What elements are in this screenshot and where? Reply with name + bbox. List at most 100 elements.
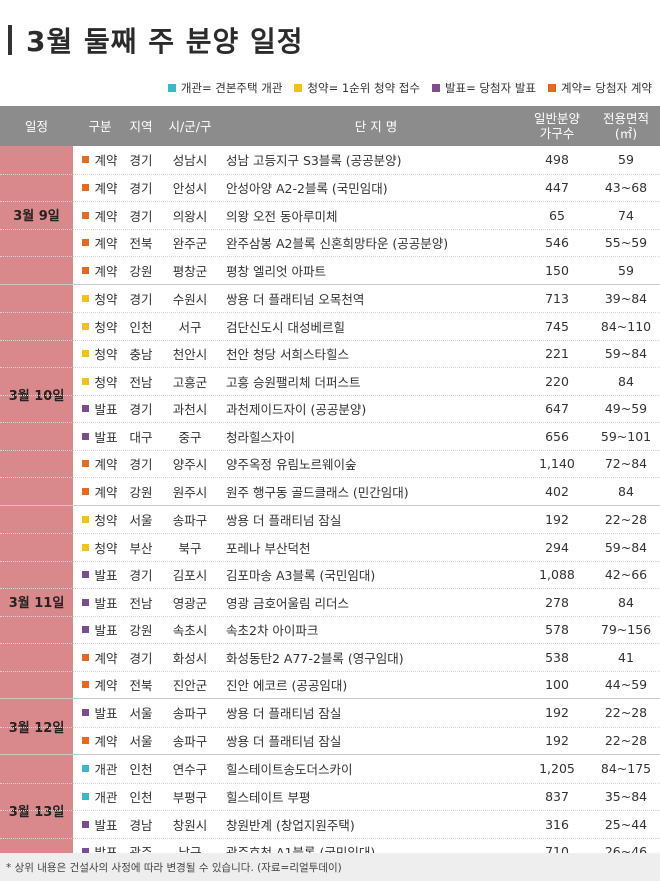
table-row: 청약 서울 송파구 쌍용 더 플래티넘 잠실 192 22~28 bbox=[0, 506, 660, 534]
row-city: 송파구 bbox=[172, 734, 208, 750]
row-type: 계약 bbox=[94, 678, 118, 694]
table-row: 발표 전남 영광군 영광 금호어울림 리더스 278 84 bbox=[0, 588, 660, 616]
table-row: 발표 대구 중구 청라힐스자이 656 59~101 bbox=[0, 422, 660, 450]
table-row: 계약 경기 화성시 화성동탄2 A77-2블록 (영구임대) 538 41 bbox=[0, 643, 660, 671]
legend-label: 발표= 당첨자 발표 bbox=[444, 81, 536, 95]
table-row: 발표 강원 속초시 속초2차 아이파크 578 79~156 bbox=[0, 615, 660, 644]
row-type: 계약 bbox=[94, 734, 118, 750]
row-area: 42~66 bbox=[604, 567, 648, 583]
row-type: 계약 bbox=[94, 484, 118, 500]
row-units: 1,140 bbox=[539, 456, 575, 472]
row-units: 294 bbox=[545, 539, 569, 555]
row-city: 평창군 bbox=[172, 263, 208, 279]
type-color-square-icon bbox=[82, 211, 90, 219]
table-row: 발표 경남 창원시 창원반계 (창업지원주택) 316 25~44 bbox=[0, 810, 660, 838]
row-area: 22~28 bbox=[604, 733, 648, 749]
type-color-square-icon bbox=[82, 184, 90, 192]
header-type: 구분 bbox=[88, 118, 112, 134]
row-type-cell: 발표 bbox=[77, 589, 123, 616]
legend-color-square-icon bbox=[547, 84, 556, 92]
table-row: 발표 경기 김포시 김포마송 A3블록 (국민임대) 1,088 42~66 bbox=[0, 560, 660, 589]
row-units: 316 bbox=[545, 816, 569, 832]
row-type: 청약 bbox=[94, 319, 118, 335]
date-group: 3월 10일 청약 경기 수원시 쌍용 더 플래티넘 오목천역 713 39~84 청약 인천 서… bbox=[0, 284, 660, 506]
row-units: 546 bbox=[545, 235, 569, 251]
type-color-square-icon bbox=[82, 405, 90, 413]
row-city: 중구 bbox=[178, 429, 202, 445]
row-area: 84 bbox=[618, 483, 634, 499]
row-area: 22~28 bbox=[604, 705, 648, 721]
date-group: 3월 12일 발표 서울 송파구 쌍용 더 플래티넘 잠실 192 22~28 계약 서울 송파구… bbox=[0, 699, 660, 755]
row-region: 강원 bbox=[129, 263, 153, 279]
table-row: 계약 서울 송파구 쌍용 더 플래티넘 잠실 192 22~28 bbox=[0, 726, 660, 755]
row-city: 과천시 bbox=[172, 402, 208, 418]
row-area: 84~175 bbox=[600, 761, 652, 777]
row-complex-name: 쌍용 더 플래티넘 잠실 bbox=[226, 734, 342, 750]
table-row: 발표 서울 송파구 쌍용 더 플래티넘 잠실 192 22~28 bbox=[0, 699, 660, 727]
table-row: 개관 인천 연수구 힐스테이트송도더스카이 1,205 84~175 bbox=[0, 755, 660, 783]
type-color-square-icon bbox=[82, 432, 90, 440]
legend-label: 청약= 1순위 청약 접수 bbox=[307, 81, 420, 95]
legend-item: 발표= 당첨자 발표 bbox=[431, 80, 536, 96]
row-type: 계약 bbox=[94, 181, 118, 197]
row-region: 전남 bbox=[129, 595, 153, 611]
row-city: 송파구 bbox=[172, 512, 208, 528]
row-region: 전북 bbox=[129, 678, 153, 694]
row-area: 44~59 bbox=[604, 677, 648, 693]
row-city: 영광군 bbox=[172, 595, 208, 611]
type-color-square-icon bbox=[82, 156, 90, 164]
legend-color-square-icon bbox=[431, 84, 440, 92]
row-units: 447 bbox=[545, 180, 569, 196]
legend-item: 계약= 당첨자 계약 bbox=[547, 80, 652, 96]
row-type-cell: 발표 bbox=[77, 699, 123, 727]
row-region: 경기 bbox=[129, 650, 153, 666]
row-city: 창원시 bbox=[172, 817, 208, 833]
type-color-square-icon bbox=[82, 377, 90, 385]
row-city: 성남시 bbox=[172, 153, 208, 169]
legend-color-square-icon bbox=[167, 84, 176, 92]
row-units: 498 bbox=[545, 152, 569, 168]
type-color-square-icon bbox=[82, 487, 90, 495]
row-city: 천안시 bbox=[172, 347, 208, 363]
title-accent-bar bbox=[8, 25, 12, 55]
row-area: 25~44 bbox=[604, 816, 648, 832]
row-type-cell: 청약 bbox=[77, 341, 123, 368]
table-row: 계약 강원 원주시 원주 행구동 골드클래스 (민간임대) 402 84 bbox=[0, 477, 660, 505]
row-complex-name: 완주삼봉 A2블록 신혼희망타운 (공공분양) bbox=[226, 236, 449, 252]
table-row: 계약 경기 안성시 안성아양 A2-2블록 (국민임대) 447 43~68 bbox=[0, 173, 660, 202]
row-region: 경기 bbox=[129, 153, 153, 169]
row-type-cell: 계약 bbox=[77, 175, 123, 202]
row-region: 인천 bbox=[129, 319, 153, 335]
header-area: 전용면적 (㎡) bbox=[592, 106, 660, 146]
row-type: 발표 bbox=[94, 623, 118, 639]
row-region: 강원 bbox=[129, 484, 153, 500]
header-units-line1: 일반분양 bbox=[533, 111, 580, 126]
row-type-cell: 계약 bbox=[77, 230, 123, 257]
row-complex-name: 원주 행구동 골드클래스 (민간임대) bbox=[226, 484, 409, 500]
row-type-cell: 발표 bbox=[77, 617, 123, 644]
type-color-square-icon bbox=[82, 515, 90, 523]
table-row: 계약 전북 진안군 진안 에코르 (공공임대) 100 44~59 bbox=[0, 670, 660, 699]
row-complex-name: 의왕 오전 동아루미체 bbox=[226, 208, 338, 224]
row-complex-name: 쌍용 더 플래티넘 잠실 bbox=[226, 706, 342, 722]
row-type: 청약 bbox=[94, 347, 118, 363]
row-type-cell: 개관 bbox=[77, 755, 123, 783]
row-units: 745 bbox=[545, 318, 569, 334]
row-type: 계약 bbox=[94, 263, 118, 279]
type-color-square-icon bbox=[82, 598, 90, 606]
row-type-cell: 청약 bbox=[77, 534, 123, 561]
table-header: 일정 구분 지역 시/군/구 단 지 명 일반분양 가구수 전용면적 (㎡) bbox=[0, 106, 660, 146]
row-complex-name: 창원반계 (창업지원주택) bbox=[226, 817, 355, 833]
row-region: 서울 bbox=[129, 734, 153, 750]
row-type-cell: 청약 bbox=[77, 313, 123, 340]
legend-label: 계약= 당첨자 계약 bbox=[560, 81, 652, 95]
row-region: 인천 bbox=[129, 762, 153, 778]
row-area: 59 bbox=[618, 152, 634, 168]
type-color-square-icon bbox=[82, 709, 90, 717]
header-units-line2: 가구수 bbox=[539, 126, 575, 141]
table-row: 청약 부산 북구 포레나 부산덕천 294 59~84 bbox=[0, 533, 660, 561]
row-type-cell: 계약 bbox=[77, 478, 123, 505]
type-color-square-icon bbox=[82, 793, 90, 801]
row-city: 진안군 bbox=[172, 678, 208, 694]
row-units: 1,088 bbox=[539, 567, 575, 583]
